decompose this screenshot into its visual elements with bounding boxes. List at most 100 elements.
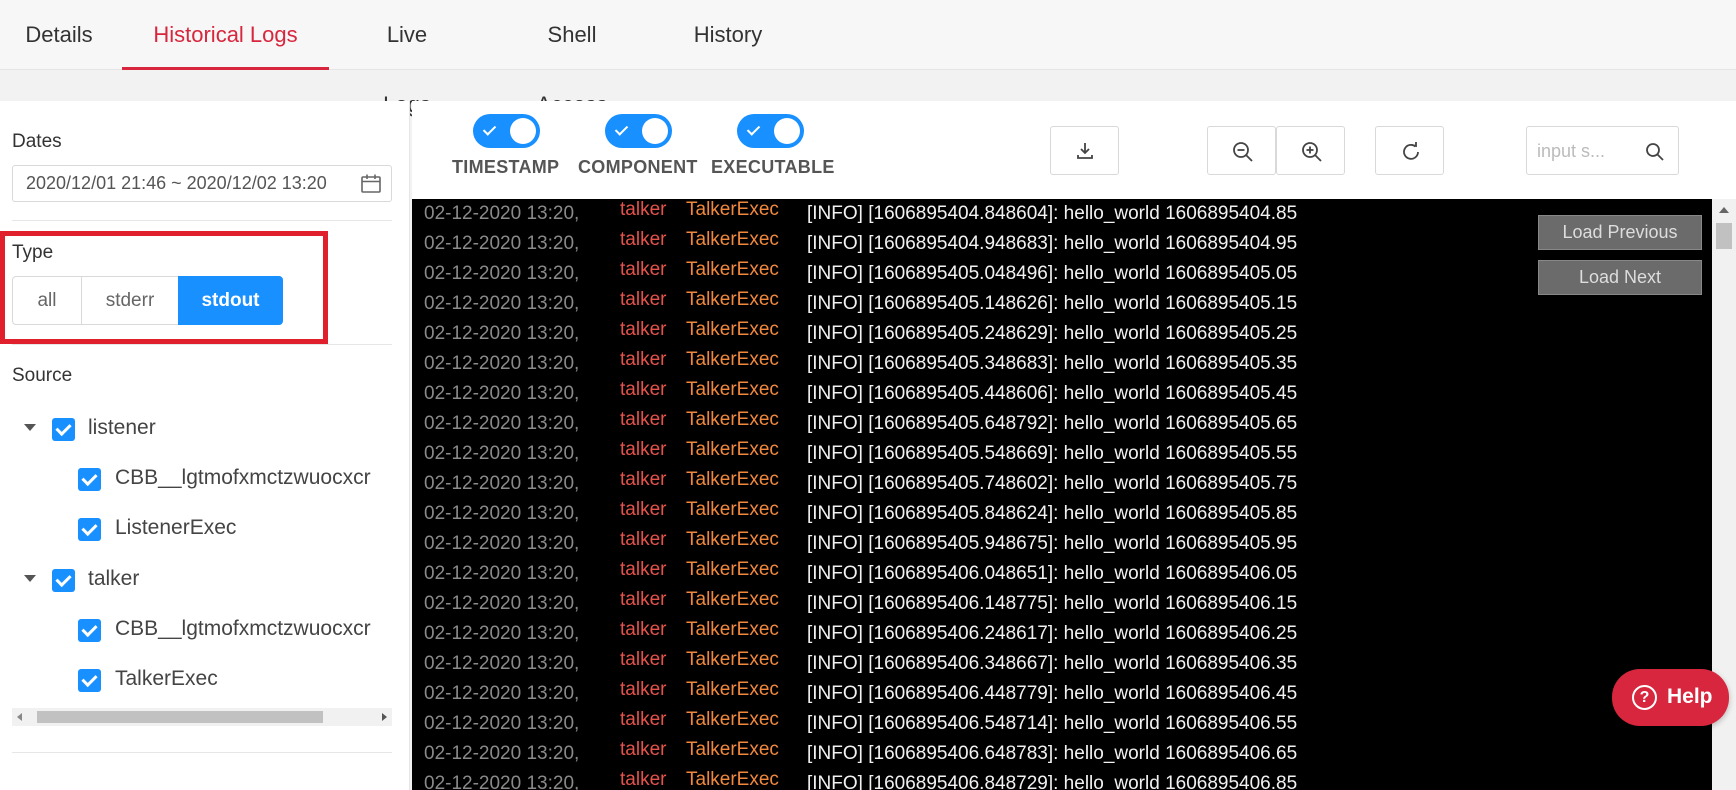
log-line: 02-12-2020 13:20, talker TalkerExec [INFO] … (412, 349, 1522, 379)
tab-historical-logs[interactable]: Historical Logs (122, 0, 329, 70)
dates-label: Dates (12, 131, 62, 152)
log-line: 02-12-2020 13:20, talker TalkerExec [INFO] … (412, 529, 1522, 559)
zoom-in-button[interactable] (1276, 126, 1345, 175)
log-message: [INFO] [1606895405.048496]: hello_world … (807, 263, 1298, 284)
log-message: [INFO] [1606895406.348667]: hello_world … (807, 653, 1298, 674)
source-listener-cbb-label: CBB__lgtmofxmctzwuocxcr (115, 466, 371, 489)
log-executable: TalkerExec (686, 439, 779, 460)
log-timestamp: 02-12-2020 13:20, (424, 623, 580, 644)
log-search[interactable] (1526, 126, 1679, 175)
log-executable: TalkerExec (686, 769, 779, 790)
source-checkbox-listener-cbb[interactable] (78, 468, 101, 491)
question-icon: ? (1632, 685, 1657, 710)
scrollbar-thumb[interactable] (37, 711, 323, 723)
log-message: [INFO] [1606895405.748602]: hello_world … (807, 473, 1298, 494)
source-checkbox-listener[interactable] (52, 418, 75, 441)
log-executable: TalkerExec (686, 319, 779, 340)
tab-history[interactable]: History (690, 0, 766, 70)
log-viewer[interactable]: 02-12-2020 13:20, talker TalkerExec [INFO] … (412, 199, 1712, 790)
download-button[interactable] (1050, 126, 1119, 175)
tab-live-logs[interactable]: Live Logs (360, 0, 454, 117)
log-component: talker (620, 499, 667, 520)
source-horizontal-scrollbar[interactable] (12, 708, 392, 726)
log-timestamp: 02-12-2020 13:20, (424, 653, 580, 674)
zoom-out-button[interactable] (1207, 126, 1276, 175)
log-executable: TalkerExec (686, 259, 779, 280)
component-toggle[interactable] (605, 114, 672, 148)
check-icon (614, 122, 629, 136)
help-label: Help (1667, 685, 1713, 708)
log-line: 02-12-2020 13:20, talker TalkerExec [INFO] … (412, 229, 1522, 259)
executable-toggle[interactable] (737, 114, 804, 148)
source-talker-label: talker (88, 567, 140, 590)
log-search-input[interactable] (1537, 139, 1642, 163)
log-message: [INFO] [1606895405.948675]: hello_world … (807, 533, 1298, 554)
check-icon (482, 122, 497, 136)
log-message: [INFO] [1606895406.248617]: hello_world … (807, 623, 1298, 644)
log-line: 02-12-2020 13:20, talker TalkerExec [INFO] … (412, 679, 1522, 709)
timestamp-toggle[interactable] (473, 114, 540, 148)
log-timestamp: 02-12-2020 13:20, (424, 293, 580, 314)
caret-down-icon[interactable] (24, 575, 36, 582)
type-label: Type (12, 242, 54, 263)
load-next-button[interactable]: Load Next (1538, 260, 1702, 295)
log-timestamp: 02-12-2020 13:20, (424, 593, 580, 614)
log-executable: TalkerExec (686, 199, 779, 220)
tab-shell-access[interactable]: Shell Access (510, 0, 634, 117)
log-executable: TalkerExec (686, 229, 779, 250)
log-component: talker (620, 319, 667, 340)
search-icon[interactable] (1645, 142, 1665, 162)
source-talkerexec-label: TalkerExec (115, 667, 218, 690)
log-line: 02-12-2020 13:20, talker TalkerExec [INFO] … (412, 649, 1522, 679)
log-line: 02-12-2020 13:20, talker TalkerExec [INFO] … (412, 589, 1522, 619)
source-checkbox-talker[interactable] (52, 569, 75, 592)
log-timestamp: 02-12-2020 13:20, (424, 233, 580, 254)
source-checkbox-listenerexec[interactable] (78, 518, 101, 541)
log-line: 02-12-2020 13:20, talker TalkerExec [INFO] … (412, 499, 1522, 529)
log-executable: TalkerExec (686, 499, 779, 520)
source-listenerexec-label: ListenerExec (115, 516, 237, 539)
type-option-all[interactable]: all (12, 276, 82, 325)
log-line: 02-12-2020 13:20, talker TalkerExec [INFO] … (412, 409, 1522, 439)
caret-down-icon[interactable] (24, 424, 36, 431)
log-line: 02-12-2020 13:20, talker TalkerExec [INFO] … (412, 289, 1522, 319)
log-executable: TalkerExec (686, 589, 779, 610)
log-message: [INFO] [1606895406.448779]: hello_world … (807, 683, 1298, 704)
log-timestamp: 02-12-2020 13:20, (424, 413, 580, 434)
scroll-up-icon[interactable] (1719, 207, 1729, 213)
log-line: 02-12-2020 13:20, talker TalkerExec [INFO] … (412, 739, 1522, 769)
date-range-value: 2020/12/01 21:46 ~ 2020/12/02 13:20 (26, 173, 327, 193)
source-listener-label: listener (88, 416, 156, 439)
log-message: [INFO] [1606895405.148626]: hello_world … (807, 293, 1298, 314)
refresh-button[interactable] (1375, 126, 1444, 175)
log-message: [INFO] [1606895405.448606]: hello_world … (807, 383, 1298, 404)
scroll-left-icon[interactable] (17, 713, 22, 721)
log-executable: TalkerExec (686, 349, 779, 370)
log-executable: TalkerExec (686, 649, 779, 670)
log-component: talker (620, 289, 667, 310)
type-option-stderr[interactable]: stderr (81, 276, 179, 325)
source-checkbox-talker-cbb[interactable] (78, 619, 101, 642)
source-checkbox-talkerexec[interactable] (78, 669, 101, 692)
log-line: 02-12-2020 13:20, talker TalkerExec [INFO] … (412, 199, 1522, 229)
divider (12, 752, 392, 753)
source-label: Source (12, 365, 73, 386)
load-previous-button[interactable]: Load Previous (1538, 215, 1702, 250)
date-range-picker[interactable]: 2020/12/01 21:46 ~ 2020/12/02 13:20 (12, 165, 392, 202)
log-executable: TalkerExec (686, 289, 779, 310)
tab-details[interactable]: Details (24, 0, 94, 70)
log-timestamp: 02-12-2020 13:20, (424, 743, 580, 764)
log-line: 02-12-2020 13:20, talker TalkerExec [INFO] … (412, 469, 1522, 499)
log-component: talker (620, 349, 667, 370)
scrollbar-thumb[interactable] (1716, 223, 1732, 249)
refresh-icon (1403, 142, 1419, 160)
log-message: [INFO] [1606895406.148775]: hello_world … (807, 593, 1298, 614)
executable-toggle-label: EXECUTABLE (711, 157, 835, 177)
zoom-out-icon (1233, 142, 1253, 162)
log-line: 02-12-2020 13:20, talker TalkerExec [INFO] … (412, 559, 1522, 589)
scroll-right-icon[interactable] (382, 713, 387, 721)
log-component: talker (620, 529, 667, 550)
type-option-stdout[interactable]: stdout (178, 276, 283, 325)
divider (12, 344, 392, 345)
help-button[interactable]: ? Help (1612, 669, 1729, 726)
